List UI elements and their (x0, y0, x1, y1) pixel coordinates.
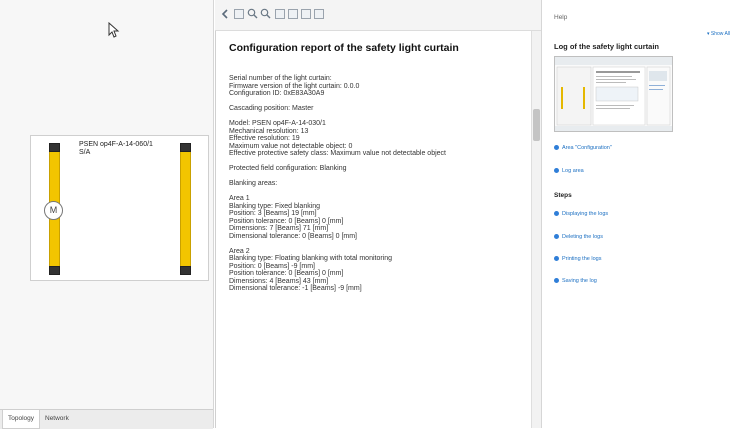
curtain-cap-bottom (49, 266, 60, 275)
view-list-icon[interactable] (314, 9, 324, 19)
step-deleting-logs[interactable]: Deleting the logs (554, 234, 603, 240)
link-bullet-icon (554, 278, 559, 284)
report-spacer (229, 240, 529, 248)
report-line: Area 1 (229, 195, 250, 202)
report-spacer (229, 98, 529, 106)
report-line: Dimensions: 7 [Beams] 71 [mm] (229, 225, 329, 232)
step-displaying-logs[interactable]: Displaying the logs (554, 211, 608, 217)
report-line: Position tolerance: 0 [Beams] 0 [mm] (229, 270, 344, 277)
show-all-link[interactable]: ▾ Show All (707, 31, 730, 37)
curtain-cap-top (180, 143, 191, 152)
report-line: Position tolerance: 0 [Beams] 0 [mm] (229, 217, 344, 225)
view-grid-icon[interactable] (301, 9, 311, 19)
zoom-out-icon[interactable] (260, 8, 271, 19)
help-topic-title: Log of the safety light curtain (554, 42, 660, 51)
help-panel: Help ▾ Show All Log of the safety light … (541, 0, 743, 428)
report-line: Model: PSEN op4F-A-14-030/1 (229, 120, 326, 127)
report-line: Mechanical resolution: 13 (229, 127, 309, 135)
report-spacer (229, 188, 529, 196)
master-indicator: M (44, 201, 63, 220)
report-line: Position: 3 [Beams] 19 [mm] (229, 210, 317, 217)
report-spacer (229, 158, 529, 166)
report-line: Dimensional tolerance: 0 [Beams] 0 [mm] (229, 232, 357, 240)
link-bullet-icon (554, 256, 559, 262)
link-bullet-icon (554, 234, 559, 240)
curtain-cap-top (49, 143, 60, 152)
report-line: Serial number of the light curtain: (229, 75, 332, 82)
help-link-log-area[interactable]: Log area (554, 168, 584, 174)
step-label: Deleting the logs (562, 234, 603, 240)
topology-panel: M PSEN op4F-A-14-060/1 S/A Topology Netw… (0, 0, 214, 429)
report-line: Area 2 (229, 247, 250, 255)
view-double-icon[interactable] (288, 9, 298, 19)
report-body: Serial number of the light curtain: Firmw… (229, 75, 529, 293)
configuration-report: Configuration report of the safety light… (215, 31, 532, 428)
report-spacer (229, 173, 529, 181)
report-toolbar (215, 0, 541, 31)
report-line: Configuration ID: 0xE83A30A9 (229, 90, 325, 97)
step-label: Printing the logs (562, 256, 602, 262)
help-label: Help (554, 14, 568, 21)
scrollbar-thumb[interactable] (533, 109, 540, 141)
report-line: Effective resolution: 19 (229, 135, 300, 142)
report-line: Maximum value not detectable object: 0 (229, 142, 353, 150)
link-bullet-icon (554, 211, 559, 217)
report-line: Dimensions: 4 [Beams] 43 [mm] (229, 277, 329, 285)
view-tabs: Topology Network (0, 409, 213, 429)
view-single-icon[interactable] (275, 9, 285, 19)
help-link-label: Area "Configuration" (562, 145, 612, 151)
mouse-cursor-icon (108, 22, 120, 38)
zoom-in-icon[interactable] (247, 8, 258, 19)
report-line: Blanking type: Floating blanking with to… (229, 255, 393, 262)
tab-network[interactable]: Network (40, 410, 74, 428)
help-link-label: Log area (562, 168, 584, 174)
step-label: Displaying the logs (562, 211, 609, 217)
report-line: Dimensional tolerance: -1 [Beams] -9 [mm… (229, 285, 362, 292)
page-icon[interactable] (234, 9, 244, 19)
report-line: Firmware version of the light curtain: 0… (229, 82, 360, 90)
light-curtain-device[interactable]: M PSEN op4F-A-14-060/1 S/A (30, 135, 209, 281)
step-printing-logs[interactable]: Printing the logs (554, 256, 601, 262)
report-spacer (229, 113, 529, 121)
light-curtain-receiver (180, 143, 191, 275)
help-link-area-configuration[interactable]: Area "Configuration" (554, 145, 612, 151)
step-saving-log[interactable]: Saving the log (554, 278, 597, 284)
report-line: Blanking areas: (229, 180, 278, 187)
report-line: Effective protective safety class: Maxim… (229, 150, 446, 157)
back-icon[interactable] (220, 9, 230, 19)
curtain-cap-bottom (180, 266, 191, 275)
report-line: Blanking type: Fixed blanking (229, 202, 321, 210)
link-bullet-icon (554, 145, 559, 151)
help-screenshot-thumbnail[interactable] (554, 56, 673, 132)
report-line: Cascading position: Master (229, 105, 314, 112)
thumbnail-image (555, 57, 672, 131)
tab-topology[interactable]: Topology (2, 410, 41, 429)
report-title: Configuration report of the safety light… (229, 42, 459, 54)
device-label: PSEN op4F-A-14-060/1 S/A (79, 141, 153, 156)
report-line: Protected field configuration: Blanking (229, 165, 347, 172)
step-label: Saving the log (562, 278, 597, 284)
report-line: Position: 0 [Beams] -9 [mm] (229, 262, 315, 270)
link-bullet-icon (554, 168, 559, 174)
steps-heading: Steps (554, 192, 572, 199)
